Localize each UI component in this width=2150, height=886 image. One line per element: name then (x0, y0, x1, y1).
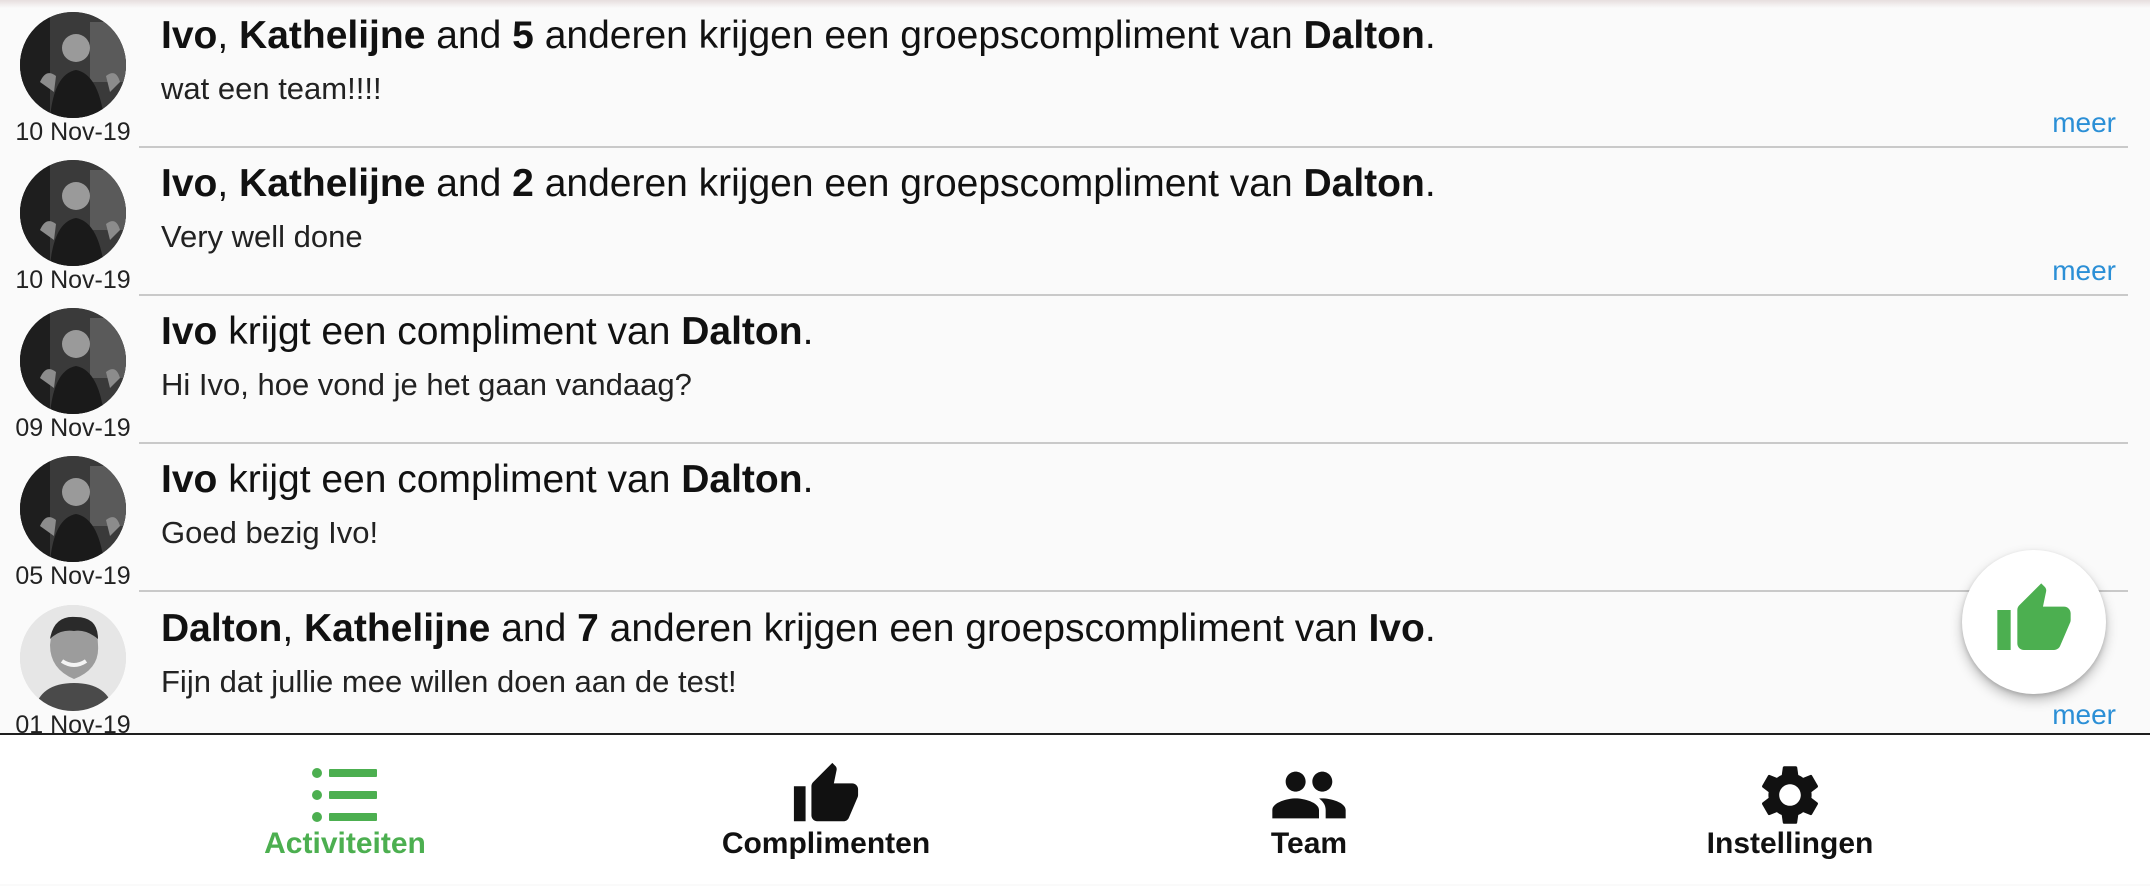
item-headline: Ivo, Kathelijne and 5 anderen krijgen ee… (161, 14, 1436, 58)
headline-name: Kathelijne (304, 607, 491, 650)
headline-name: Ivo (161, 310, 218, 353)
item-message: Hi Ivo, hoe vond je het gaan vandaag? (161, 367, 692, 402)
headline-name: 2 (512, 162, 534, 205)
headline-name: Dalton (1303, 14, 1425, 57)
item-message: Fijn dat jullie mee willen doen aan de t… (161, 664, 737, 699)
nav-complimenten[interactable]: Complimenten (626, 735, 1026, 886)
gear-icon (1740, 755, 1840, 835)
item-date: 10 Nov-19 (15, 266, 131, 294)
feed-item[interactable]: 01 Nov-19 Dalton, Kathelijne and 7 ander… (0, 593, 2150, 733)
headline-name: Dalton (681, 458, 803, 501)
nav-label: Activiteiten (264, 827, 426, 860)
people-icon (1259, 755, 1359, 835)
nav-team[interactable]: Team (1109, 735, 1509, 886)
avatar-dalton (20, 456, 126, 562)
item-date: 10 Nov-19 (15, 118, 131, 146)
headline-name: 5 (512, 14, 534, 57)
item-headline: Dalton, Kathelijne and 7 anderen krijgen… (161, 607, 1436, 651)
more-link[interactable]: meer (2052, 107, 2116, 139)
feed-item[interactable]: 10 Nov-19 Ivo, Kathelijne and 5 anderen … (0, 0, 2150, 148)
headline-text: , (217, 14, 240, 57)
headline-text: , (282, 607, 304, 650)
activity-feed[interactable]: 10 Nov-19 Ivo, Kathelijne and 5 anderen … (0, 0, 2150, 733)
headline-text: krijgt een compliment van (217, 310, 682, 353)
item-message: Goed bezig Ivo! (161, 515, 379, 550)
item-date: 01 Nov-19 (15, 711, 131, 733)
headline-name: Ivo (161, 458, 218, 501)
thumbs-up-icon (1989, 580, 2079, 665)
item-date: 09 Nov-19 (15, 414, 131, 442)
give-compliment-button[interactable] (1962, 550, 2106, 694)
item-message: wat een team!!!! (161, 71, 382, 106)
headline-name: Kathelijne (239, 14, 426, 57)
nav-label: Team (1270, 827, 1348, 860)
avatar-dalton (20, 160, 126, 266)
headline-text: . (802, 310, 814, 353)
item-headline: Ivo krijgt een compliment van Dalton. (161, 458, 813, 502)
headline-name: Kathelijne (239, 162, 426, 205)
more-link[interactable]: meer (2052, 699, 2116, 731)
headline-text: . (1424, 162, 1436, 205)
headline-text: and (490, 607, 578, 650)
headline-text: and (425, 162, 513, 205)
nav-instellingen[interactable]: Instellingen (1590, 735, 1990, 886)
item-date: 05 Nov-19 (15, 562, 131, 590)
headline-name: Dalton (681, 310, 803, 353)
headline-text: anderen krijgen een groepscompliment van (533, 14, 1304, 57)
avatar-dalton (20, 12, 126, 118)
headline-text: krijgt een compliment van (217, 458, 682, 501)
divider (139, 590, 2128, 592)
item-headline: Ivo krijgt een compliment van Dalton. (161, 310, 813, 354)
headline-text: anderen krijgen een groepscompliment van (598, 607, 1369, 650)
headline-name: Ivo (161, 14, 218, 57)
headline-text: . (1424, 14, 1436, 57)
headline-text: and (425, 14, 513, 57)
feed-item[interactable]: 10 Nov-19 Ivo, Kathelijne and 2 anderen … (0, 148, 2150, 296)
item-message: Very well done (161, 219, 363, 254)
thumbs-up-icon (776, 755, 876, 835)
avatar-dalton (20, 308, 126, 414)
headline-name: Ivo (1368, 607, 1425, 650)
headline-name: Dalton (161, 607, 283, 650)
feed-item[interactable]: 09 Nov-19 Ivo krijgt een compliment van … (0, 296, 2150, 444)
headline-name: Dalton (1303, 162, 1425, 205)
feed-item[interactable]: 05 Nov-19 Ivo krijgt een compliment van … (0, 444, 2150, 592)
nav-label: Complimenten (721, 827, 931, 860)
headline-text: , (217, 162, 240, 205)
headline-name: 7 (577, 607, 599, 650)
nav-label: Instellingen (1706, 827, 1874, 860)
avatar-ivo (20, 605, 126, 711)
headline-text: . (1424, 607, 1436, 650)
headline-text: . (802, 458, 814, 501)
nav-activiteiten[interactable]: Activiteiten (145, 735, 545, 886)
headline-text: anderen krijgen een groepscompliment van (533, 162, 1304, 205)
bottom-navigation: Activiteiten Complimenten Team Instellin… (0, 733, 2150, 884)
item-headline: Ivo, Kathelijne and 2 anderen krijgen ee… (161, 162, 1436, 206)
headline-name: Ivo (161, 162, 218, 205)
list-icon (295, 755, 395, 835)
more-link[interactable]: meer (2052, 255, 2116, 287)
